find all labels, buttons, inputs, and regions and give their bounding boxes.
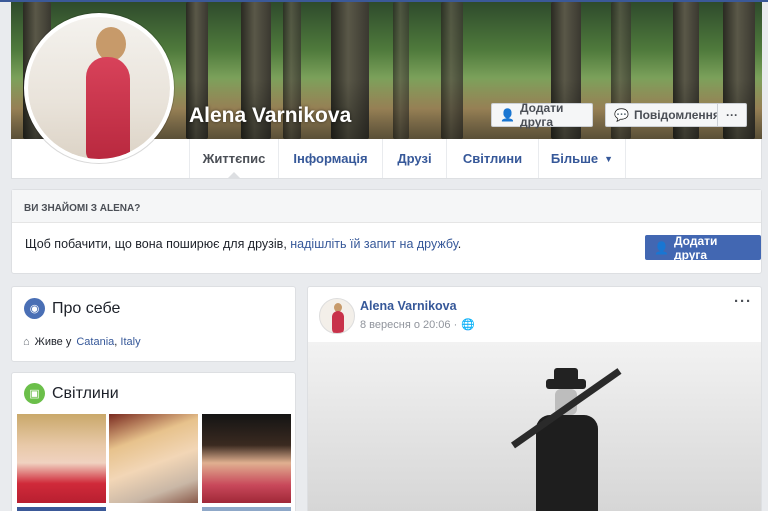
lives-prefix: Живе у — [34, 336, 72, 348]
add-friend-label: Додати друга — [519, 101, 564, 129]
avatar-figure-body — [86, 57, 130, 159]
post-card: Alena Varnikova 8 вересня о 20:06 · 🌐 ··… — [307, 286, 762, 511]
do-you-know-card: ВИ ЗНАЙОМІ З ALENA? Щоб побачити, що вон… — [11, 189, 762, 274]
photo-thumbnail[interactable] — [202, 507, 291, 511]
post-image-hat-top — [554, 368, 578, 382]
add-friend-card-button[interactable]: 👤 Додати друга — [645, 233, 761, 262]
post-image-body — [536, 415, 598, 511]
add-friend-button[interactable]: 👤 Додати друга — [491, 101, 593, 129]
about-card: ◉ Про себе ⌂ Живе у Catania, Italy — [11, 286, 296, 362]
messenger-icon: 💬 — [614, 108, 629, 122]
photo-thumbnail[interactable] — [17, 507, 106, 511]
about-title: Про себе — [52, 300, 121, 317]
avatar-figure-head — [96, 27, 126, 61]
message-label: Повідомлення — [633, 108, 720, 122]
post-timestamp[interactable]: 8 вересня о 20:06 · 🌐 — [360, 318, 475, 332]
do-you-know-heading: ВИ ЗНАЙОМІ З ALENA? — [12, 190, 761, 223]
send-friend-request-link[interactable]: надішліть їй запит на дружбу — [290, 237, 458, 251]
know-text-after: . — [457, 237, 462, 251]
more-options-button[interactable]: ··· — [717, 103, 747, 127]
post-date-text: 8 вересня о 20:06 · — [360, 318, 458, 331]
lives-location: Catania, Italy — [76, 336, 141, 348]
photo-thumbnail[interactable] — [202, 414, 291, 503]
photos-title[interactable]: Світлини — [52, 385, 119, 403]
tab-label: Друзі — [397, 151, 432, 166]
photo-thumbnail[interactable] — [17, 414, 106, 503]
active-tab-indicator — [227, 172, 241, 179]
country-link[interactable]: Italy — [120, 336, 140, 348]
photos-card: ▣ Світлини — [11, 372, 296, 511]
person-plus-icon: 👤 — [500, 108, 515, 122]
profile-avatar[interactable] — [24, 13, 174, 163]
post-author-avatar[interactable] — [319, 298, 355, 334]
know-text-before: Щоб побачити, що вона поширює для друзів… — [25, 237, 291, 251]
avatar-figure-body — [332, 311, 344, 333]
post-options-button[interactable]: ··· — [734, 293, 752, 310]
post-image[interactable] — [308, 342, 761, 511]
chevron-down-icon: ▼ — [604, 153, 614, 164]
photo-thumbnail[interactable] — [109, 414, 198, 503]
tab-label: Інформація — [293, 151, 368, 166]
tab-timeline[interactable]: Життєпис — [189, 139, 278, 179]
lives-in: ⌂ Живе у Catania, Italy — [23, 336, 141, 348]
globe-icon: ◉ — [24, 298, 45, 319]
city-link[interactable]: Catania — [76, 336, 114, 348]
tab-label: Світлини — [462, 151, 523, 166]
tab-label: Життєпис — [202, 151, 266, 166]
profile-name[interactable]: Alena Varnikova — [189, 104, 351, 128]
tab-photos[interactable]: Світлини — [446, 139, 538, 178]
add-friend-card-label: Додати друга — [673, 233, 718, 262]
public-globe-icon: 🌐 — [461, 319, 475, 331]
do-you-know-text: Щоб побачити, що вона поширює для друзів… — [25, 237, 461, 251]
tab-label: Більше — [550, 151, 599, 166]
tab-more[interactable]: Більше ▼ — [538, 139, 626, 178]
post-author-name[interactable]: Alena Varnikova — [360, 299, 457, 313]
person-plus-icon: 👤 — [654, 240, 669, 255]
house-icon: ⌂ — [23, 336, 30, 348]
image-icon: ▣ — [24, 383, 45, 404]
message-button[interactable]: 💬 Повідомлення — [605, 103, 720, 127]
tab-friends[interactable]: Друзі — [382, 139, 446, 178]
tab-about[interactable]: Інформація — [278, 139, 382, 178]
